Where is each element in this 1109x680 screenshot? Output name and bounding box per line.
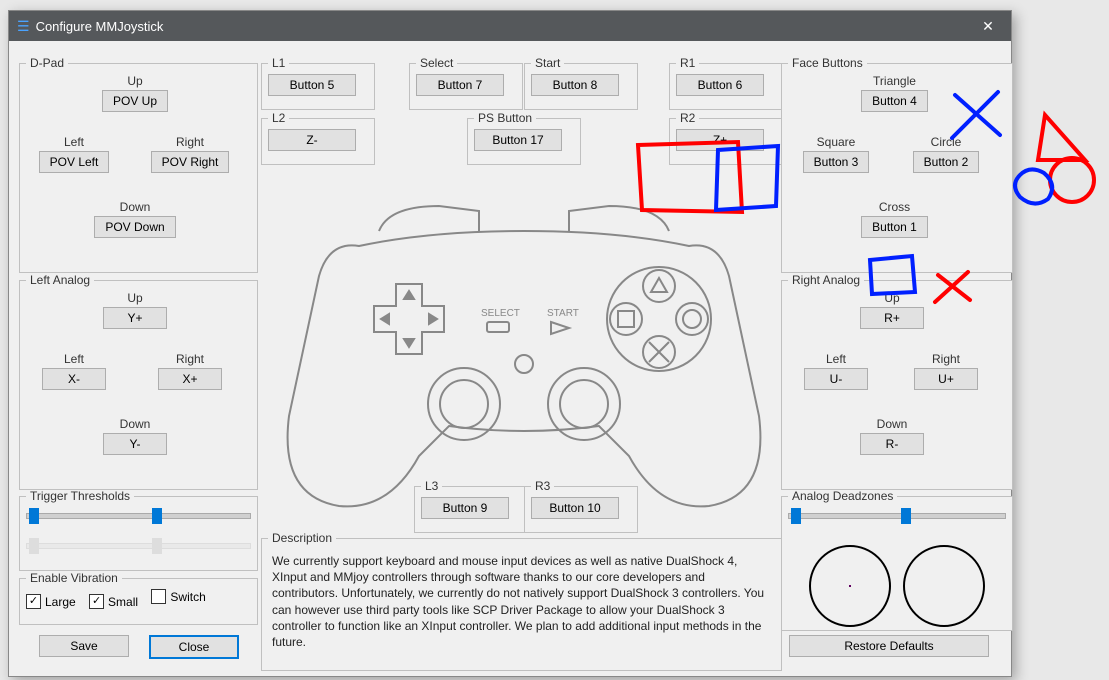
vib-large-check[interactable]: ✓Large bbox=[26, 594, 76, 609]
config-window: ☰ Configure MMJoystick ✕ D-Pad Up POV Up… bbox=[8, 10, 1012, 677]
vib-large-label: Large bbox=[45, 595, 76, 609]
square-button[interactable]: Button 3 bbox=[803, 151, 870, 173]
start-button[interactable]: Button 8 bbox=[531, 74, 619, 96]
dpad-group: D-Pad Up POV Up Left POV Left Right POV … bbox=[19, 56, 258, 273]
l2-legend: L2 bbox=[268, 111, 289, 125]
start-legend: Start bbox=[531, 56, 564, 70]
r2-button[interactable]: Z+ bbox=[676, 129, 764, 151]
la-right-label: Right bbox=[140, 352, 240, 366]
r3-button[interactable]: Button 10 bbox=[531, 497, 619, 519]
ra-left-label: Left bbox=[786, 352, 886, 366]
ra-right-label: Right bbox=[896, 352, 996, 366]
l2-button[interactable]: Z- bbox=[268, 129, 356, 151]
save-button[interactable]: Save bbox=[39, 635, 129, 657]
left-analog-legend: Left Analog bbox=[26, 273, 94, 287]
ps-group: PS Button Button 17 bbox=[467, 111, 581, 165]
la-down-button[interactable]: Y- bbox=[103, 433, 167, 455]
r1-button[interactable]: Button 6 bbox=[676, 74, 764, 96]
close-button[interactable]: Close bbox=[149, 635, 239, 659]
la-left-label: Left bbox=[24, 352, 124, 366]
vib-small-check[interactable]: ✓Small bbox=[89, 594, 138, 609]
r2-legend: R2 bbox=[676, 111, 699, 125]
la-up-label: Up bbox=[90, 291, 180, 305]
l3-button[interactable]: Button 9 bbox=[421, 497, 509, 519]
left-analog-group: Left Analog Up Y+ Left X- Right X+ Down … bbox=[19, 273, 258, 490]
deadzone-left-circle bbox=[809, 545, 891, 627]
description-group: Description We currently support keyboar… bbox=[261, 531, 782, 671]
select-button[interactable]: Button 7 bbox=[416, 74, 504, 96]
ra-down-label: Down bbox=[847, 417, 937, 431]
description-text: We currently support keyboard and mouse … bbox=[268, 549, 775, 654]
ra-up-button[interactable]: R+ bbox=[860, 307, 924, 329]
triangle-button[interactable]: Button 4 bbox=[861, 90, 928, 112]
select-group: Select Button 7 bbox=[409, 56, 523, 110]
dpad-right-button[interactable]: POV Right bbox=[151, 151, 230, 173]
dpad-up-button[interactable]: POV Up bbox=[102, 90, 168, 112]
window-body: D-Pad Up POV Up Left POV Left Right POV … bbox=[9, 41, 1011, 676]
select-legend: Select bbox=[416, 56, 457, 70]
vib-small-label: Small bbox=[108, 595, 138, 609]
face-buttons-group: Face Buttons Triangle Button 4 Square Bu… bbox=[781, 56, 1013, 273]
r1-group: R1 Button 6 bbox=[669, 56, 783, 110]
ra-left-button[interactable]: U- bbox=[804, 368, 868, 390]
ps-legend: PS Button bbox=[474, 111, 536, 125]
r3-group: R3 Button 10 bbox=[524, 479, 638, 533]
vib-switch-label: Switch bbox=[170, 590, 205, 604]
vib-switch-check[interactable]: Switch bbox=[151, 589, 205, 604]
l1-legend: L1 bbox=[268, 56, 289, 70]
vibration-group: Enable Vibration ✓Large ✓Small Switch bbox=[19, 571, 258, 625]
r1-legend: R1 bbox=[676, 56, 699, 70]
r3-legend: R3 bbox=[531, 479, 554, 493]
ra-down-button[interactable]: R- bbox=[860, 433, 924, 455]
svg-text:START: START bbox=[547, 308, 579, 319]
window-title: Configure MMJoystick bbox=[36, 19, 973, 34]
circle-button[interactable]: Button 2 bbox=[913, 151, 980, 173]
dpad-down-button[interactable]: POV Down bbox=[94, 216, 175, 238]
l1-group: L1 Button 5 bbox=[261, 56, 375, 110]
cross-button[interactable]: Button 1 bbox=[861, 216, 928, 238]
dpad-right-label: Right bbox=[140, 135, 240, 149]
trigger-slider-1[interactable] bbox=[26, 513, 251, 537]
deadzones-legend: Analog Deadzones bbox=[788, 489, 897, 503]
dpad-left-button[interactable]: POV Left bbox=[39, 151, 110, 173]
description-legend: Description bbox=[268, 531, 336, 545]
controller-image: SELECT START bbox=[269, 186, 779, 526]
right-analog-legend: Right Analog bbox=[788, 273, 864, 287]
dpad-legend: D-Pad bbox=[26, 56, 68, 70]
triangle-label: Triangle bbox=[847, 74, 942, 88]
la-down-label: Down bbox=[80, 417, 190, 431]
dpad-down-label: Down bbox=[80, 200, 190, 214]
deadzone-right-circle bbox=[903, 545, 985, 627]
app-icon: ☰ bbox=[17, 18, 30, 35]
deadzone-slider[interactable] bbox=[788, 513, 1006, 537]
trigger-thresholds-legend: Trigger Thresholds bbox=[26, 489, 134, 503]
la-up-button[interactable]: Y+ bbox=[103, 307, 167, 329]
start-group: Start Button 8 bbox=[524, 56, 638, 110]
dpad-up-label: Up bbox=[90, 74, 180, 88]
deadzones-group: Analog Deadzones bbox=[781, 489, 1013, 631]
trigger-thresholds-group: Trigger Thresholds bbox=[19, 489, 258, 571]
l3-legend: L3 bbox=[421, 479, 442, 493]
la-left-button[interactable]: X- bbox=[42, 368, 106, 390]
svg-text:SELECT: SELECT bbox=[481, 308, 520, 319]
ra-up-label: Up bbox=[852, 291, 932, 305]
trigger-slider-2[interactable] bbox=[26, 543, 251, 567]
l3-group: L3 Button 9 bbox=[414, 479, 528, 533]
close-icon[interactable]: ✕ bbox=[973, 18, 1003, 35]
l2-group: L2 Z- bbox=[261, 111, 375, 165]
la-right-button[interactable]: X+ bbox=[158, 368, 222, 390]
dpad-left-label: Left bbox=[24, 135, 124, 149]
square-label: Square bbox=[786, 135, 886, 149]
cross-label: Cross bbox=[847, 200, 942, 214]
restore-defaults-button[interactable]: Restore Defaults bbox=[789, 635, 989, 657]
ps-button[interactable]: Button 17 bbox=[474, 129, 562, 151]
r2-group: R2 Z+ bbox=[669, 111, 783, 165]
l1-button[interactable]: Button 5 bbox=[268, 74, 356, 96]
vibration-legend: Enable Vibration bbox=[26, 571, 122, 585]
titlebar[interactable]: ☰ Configure MMJoystick ✕ bbox=[9, 11, 1011, 41]
face-buttons-legend: Face Buttons bbox=[788, 56, 867, 70]
ra-right-button[interactable]: U+ bbox=[914, 368, 978, 390]
circle-label: Circle bbox=[896, 135, 996, 149]
right-analog-group: Right Analog Up R+ Left U- Right U+ Down… bbox=[781, 273, 1013, 490]
